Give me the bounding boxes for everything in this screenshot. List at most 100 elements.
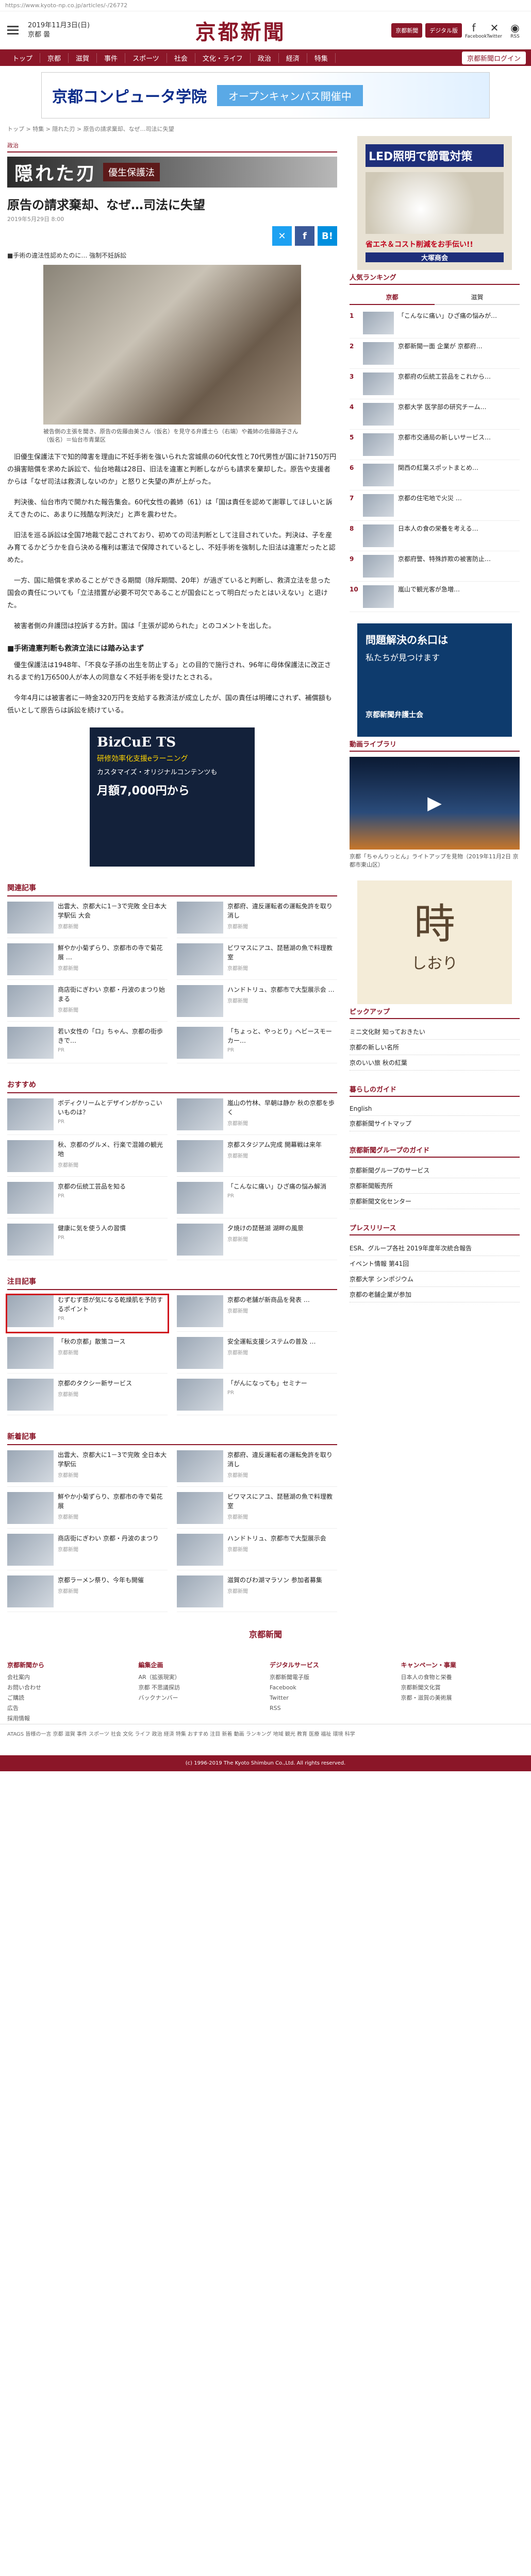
card-title[interactable]: むずむず感が気になる乾燥肌を予防するポイント <box>58 1295 168 1314</box>
pickup-item[interactable]: 京都の新しい名所 <box>350 1040 520 1055</box>
nav-item-7[interactable]: 政治 <box>251 53 279 63</box>
nav-item-1[interactable]: 京都 <box>40 53 69 63</box>
life-item[interactable]: English <box>350 1102 520 1116</box>
article-card[interactable]: 「ちょっと、やっとり」ヘビースモーカー… PR <box>177 1027 337 1063</box>
footer-link[interactable]: 京都新聞文化賞 <box>401 1683 524 1693</box>
card-title[interactable]: 商店街にぎわい 京都・丹波のまつり <box>58 1534 159 1543</box>
side-ad-lawyer[interactable]: 問題解決の糸口は 私たちが見つけます 京都新聞弁護士会 <box>357 623 512 737</box>
article-card[interactable]: 鮮やか小菊ずらり、京都市の寺で菊花展 京都新聞 <box>7 1492 168 1529</box>
top-ad-cta[interactable]: オープンキャンパス開催中 <box>217 84 363 106</box>
ranking-item[interactable]: 9 京都府警、特殊詐欺の被害防止… <box>350 551 520 582</box>
card-title[interactable]: ビワマスにアユ、琵琶湖の魚で料理教室 <box>227 1492 337 1511</box>
rank-title[interactable]: 嵐山で観光客が急増… <box>398 585 460 608</box>
nav-item-8[interactable]: 経済 <box>279 53 307 63</box>
footer-link[interactable]: Facebook <box>270 1683 393 1693</box>
nav-item-9[interactable]: 特集 <box>307 53 336 63</box>
article-card[interactable]: ビワマスにアユ、琵琶湖の魚で料理教室 京都新聞 <box>177 943 337 980</box>
article-genre[interactable]: 政治 <box>7 139 337 152</box>
card-title[interactable]: 秋、京都のグルメ、行楽で混雑の観光地 <box>58 1140 168 1159</box>
article-card[interactable]: ハンドトリュ、京都市で大型展示会 京都新聞 <box>177 1534 337 1570</box>
card-title[interactable]: 京都の老舗が新商品を発表 … <box>227 1295 310 1304</box>
card-title[interactable]: 京都の伝統工芸品を知る <box>58 1182 126 1191</box>
rank-title[interactable]: 日本人の食の栄養を考える… <box>398 524 478 547</box>
card-title[interactable]: 京都府、違反運転者の運転免許を取り消し <box>227 1450 337 1469</box>
article-card[interactable]: 出雲大、京都大に1－3で完敗 全日本大学駅伝 大会 京都新聞 <box>7 902 168 938</box>
footer-link[interactable]: 広告 <box>7 1703 130 1714</box>
hatena-share-icon[interactable]: B! <box>318 226 337 246</box>
card-title[interactable]: 若い女性の「ロ」ちゃん、京都の街歩きで… <box>58 1027 168 1045</box>
url-bar[interactable]: https://www.kyoto-np.co.jp/articles/-/26… <box>0 0 531 11</box>
press-item[interactable]: ESR、グループ各社 2019年度年次統合報告 <box>350 1241 520 1256</box>
card-title[interactable]: 安全運転支援システムの普及 … <box>227 1337 316 1346</box>
card-title[interactable]: 京都スタジアム完成 開幕戦は来年 <box>227 1140 322 1149</box>
rank-title[interactable]: 京都大学 医学部の研究チーム… <box>398 403 486 426</box>
article-card[interactable]: 京都のタクシー新サービス 京都新聞 <box>7 1379 168 1415</box>
article-card[interactable]: 京都の伝統工芸品を知る PR <box>7 1182 168 1218</box>
card-title[interactable]: 出雲大、京都大に1－3で完敗 全日本大学駅伝 大会 <box>58 902 168 920</box>
footer-link[interactable]: 日本人の食物と栄養 <box>401 1672 524 1683</box>
footer-link[interactable]: 京都 不思議探訪 <box>139 1683 262 1693</box>
footer-link[interactable]: お問い合わせ <box>7 1683 130 1693</box>
card-title[interactable]: ビワマスにアユ、琵琶湖の魚で料理教室 <box>227 943 337 962</box>
series-banner[interactable]: 隠れた刃 優生保護法 <box>7 157 337 188</box>
video-player[interactable]: ▶ <box>350 757 520 850</box>
card-title[interactable]: 夕焼けの琵琶湖 湖畔の風景 <box>227 1224 304 1233</box>
card-title[interactable]: 「ちょっと、やっとり」ヘビースモーカー… <box>227 1027 337 1045</box>
rank-title[interactable]: 「こんなに痛い」ひざ痛の悩みが… <box>398 312 497 334</box>
press-item[interactable]: 京都の老舗企業が参加 <box>350 1287 520 1302</box>
ranking-item[interactable]: 1 「こんなに痛い」ひざ痛の悩みが… <box>350 308 520 338</box>
ranking-item[interactable]: 4 京都大学 医学部の研究チーム… <box>350 399 520 430</box>
nav-item-2[interactable]: 滋賀 <box>69 53 97 63</box>
article-card[interactable]: 滋賀のびわ湖マラソン 参加者募集 京都新聞 <box>177 1575 337 1612</box>
rank-title[interactable]: 京都市交通局の新しいサービス… <box>398 433 491 456</box>
card-title[interactable]: 京都のタクシー新サービス <box>58 1379 132 1388</box>
ranking-item[interactable]: 5 京都市交通局の新しいサービス… <box>350 430 520 460</box>
footer-link[interactable]: AR（拡張現実） <box>139 1672 262 1683</box>
rank-title[interactable]: 京都府の伝統工芸品をこれから… <box>398 372 491 395</box>
footer-link[interactable]: バックナンバー <box>139 1693 262 1703</box>
nav-item-4[interactable]: スポーツ <box>125 53 167 63</box>
footer-link[interactable]: 京都新聞電子版 <box>270 1672 393 1683</box>
breadcrumb[interactable]: トップ > 特集 > 隠れた刃 > 原告の請求棄却、なぜ…司法に失望 <box>0 122 531 136</box>
article-card[interactable]: 健康に気を使う人の習慣 PR <box>7 1224 168 1260</box>
subscribe-button[interactable]: 京都新聞 <box>391 23 423 38</box>
article-card[interactable]: 夕焼けの琵琶湖 湖畔の風景 京都新聞 <box>177 1224 337 1260</box>
nav-item-5[interactable]: 社会 <box>167 53 195 63</box>
rss-icon[interactable]: ◉ RSS <box>506 22 524 39</box>
digital-button[interactable]: デジタル版 <box>425 23 462 38</box>
footer-link[interactable]: ご購読 <box>7 1693 130 1703</box>
login-button[interactable]: 京都新聞ログイン <box>461 51 526 64</box>
card-title[interactable]: 京都ラーメン祭り、今年も開催 <box>58 1575 144 1585</box>
article-card[interactable]: 嵐山の竹林、早朝は静か 秋の京都を歩く 京都新聞 <box>177 1098 337 1135</box>
top-ad-banner[interactable]: 京都コンピュータ学院 オープンキャンパス開催中 <box>41 72 490 118</box>
tag-cloud[interactable]: ATAGS 皆様の一言 京都 滋賀 事件 スポーツ 社会 文化 ライフ 政治 経… <box>0 1724 531 1745</box>
footer-link[interactable]: 京都・滋賀の美術展 <box>401 1693 524 1703</box>
card-title[interactable]: 「こんなに痛い」ひざ痛の悩み解消 <box>227 1182 326 1191</box>
card-title[interactable]: ハンドトリュ、京都市で大型展示会 <box>227 1534 326 1543</box>
nav-item-3[interactable]: 事件 <box>97 53 126 63</box>
card-title[interactable]: 滋賀のびわ湖マラソン 参加者募集 <box>227 1575 322 1585</box>
rank-title[interactable]: 京都の住宅地で火災 … <box>398 494 462 517</box>
nav-item-0[interactable]: トップ <box>5 53 41 63</box>
twitter-share-icon[interactable]: ✕ <box>272 226 292 246</box>
press-item[interactable]: 京都大学 シンポジウム <box>350 1272 520 1287</box>
twitter-icon[interactable]: ✕ Twitter <box>486 22 503 39</box>
article-card[interactable]: 京都ラーメン祭り、今年も開催 京都新聞 <box>7 1575 168 1612</box>
mid-article-ad[interactable]: BizCuE TS 研修効率化支援eラーニング カスタマイズ・オリジナルコンテン… <box>90 727 255 867</box>
card-title[interactable]: ハンドトリュ、京都市で大型展示会 … <box>227 985 335 994</box>
ranking-item[interactable]: 2 京都新聞一面 企業が 京都府… <box>350 338 520 369</box>
article-card[interactable]: 京都の老舗が新商品を発表 … 京都新聞 <box>177 1295 337 1332</box>
group-item[interactable]: 京都新聞販売所 <box>350 1178 520 1194</box>
article-card[interactable]: 商店街にぎわい 京都・丹波のまつり 京都新聞 <box>7 1534 168 1570</box>
play-icon[interactable]: ▶ <box>427 793 442 814</box>
article-card[interactable]: ビワマスにアユ、琵琶湖の魚で料理教室 京都新聞 <box>177 1492 337 1529</box>
pickup-item[interactable]: ミニ文化財 知っておきたい <box>350 1024 520 1040</box>
article-card[interactable]: 京都府、違反運転者の運転免許を取り消し 京都新聞 <box>177 1450 337 1487</box>
ranking-item[interactable]: 3 京都府の伝統工芸品をこれから… <box>350 369 520 399</box>
side-ad-shiori[interactable]: 時 しおり <box>357 880 512 1004</box>
ranking-item[interactable]: 7 京都の住宅地で火災 … <box>350 490 520 521</box>
article-card[interactable]: 秋、京都のグルメ、行楽で混雑の観光地 京都新聞 <box>7 1140 168 1177</box>
article-card[interactable]: 京都府、違反運転者の運転免許を取り消し 京都新聞 <box>177 902 337 938</box>
footer-link[interactable]: 会社案内 <box>7 1672 130 1683</box>
card-title[interactable]: 「秋の京都」散策コース <box>58 1337 125 1346</box>
